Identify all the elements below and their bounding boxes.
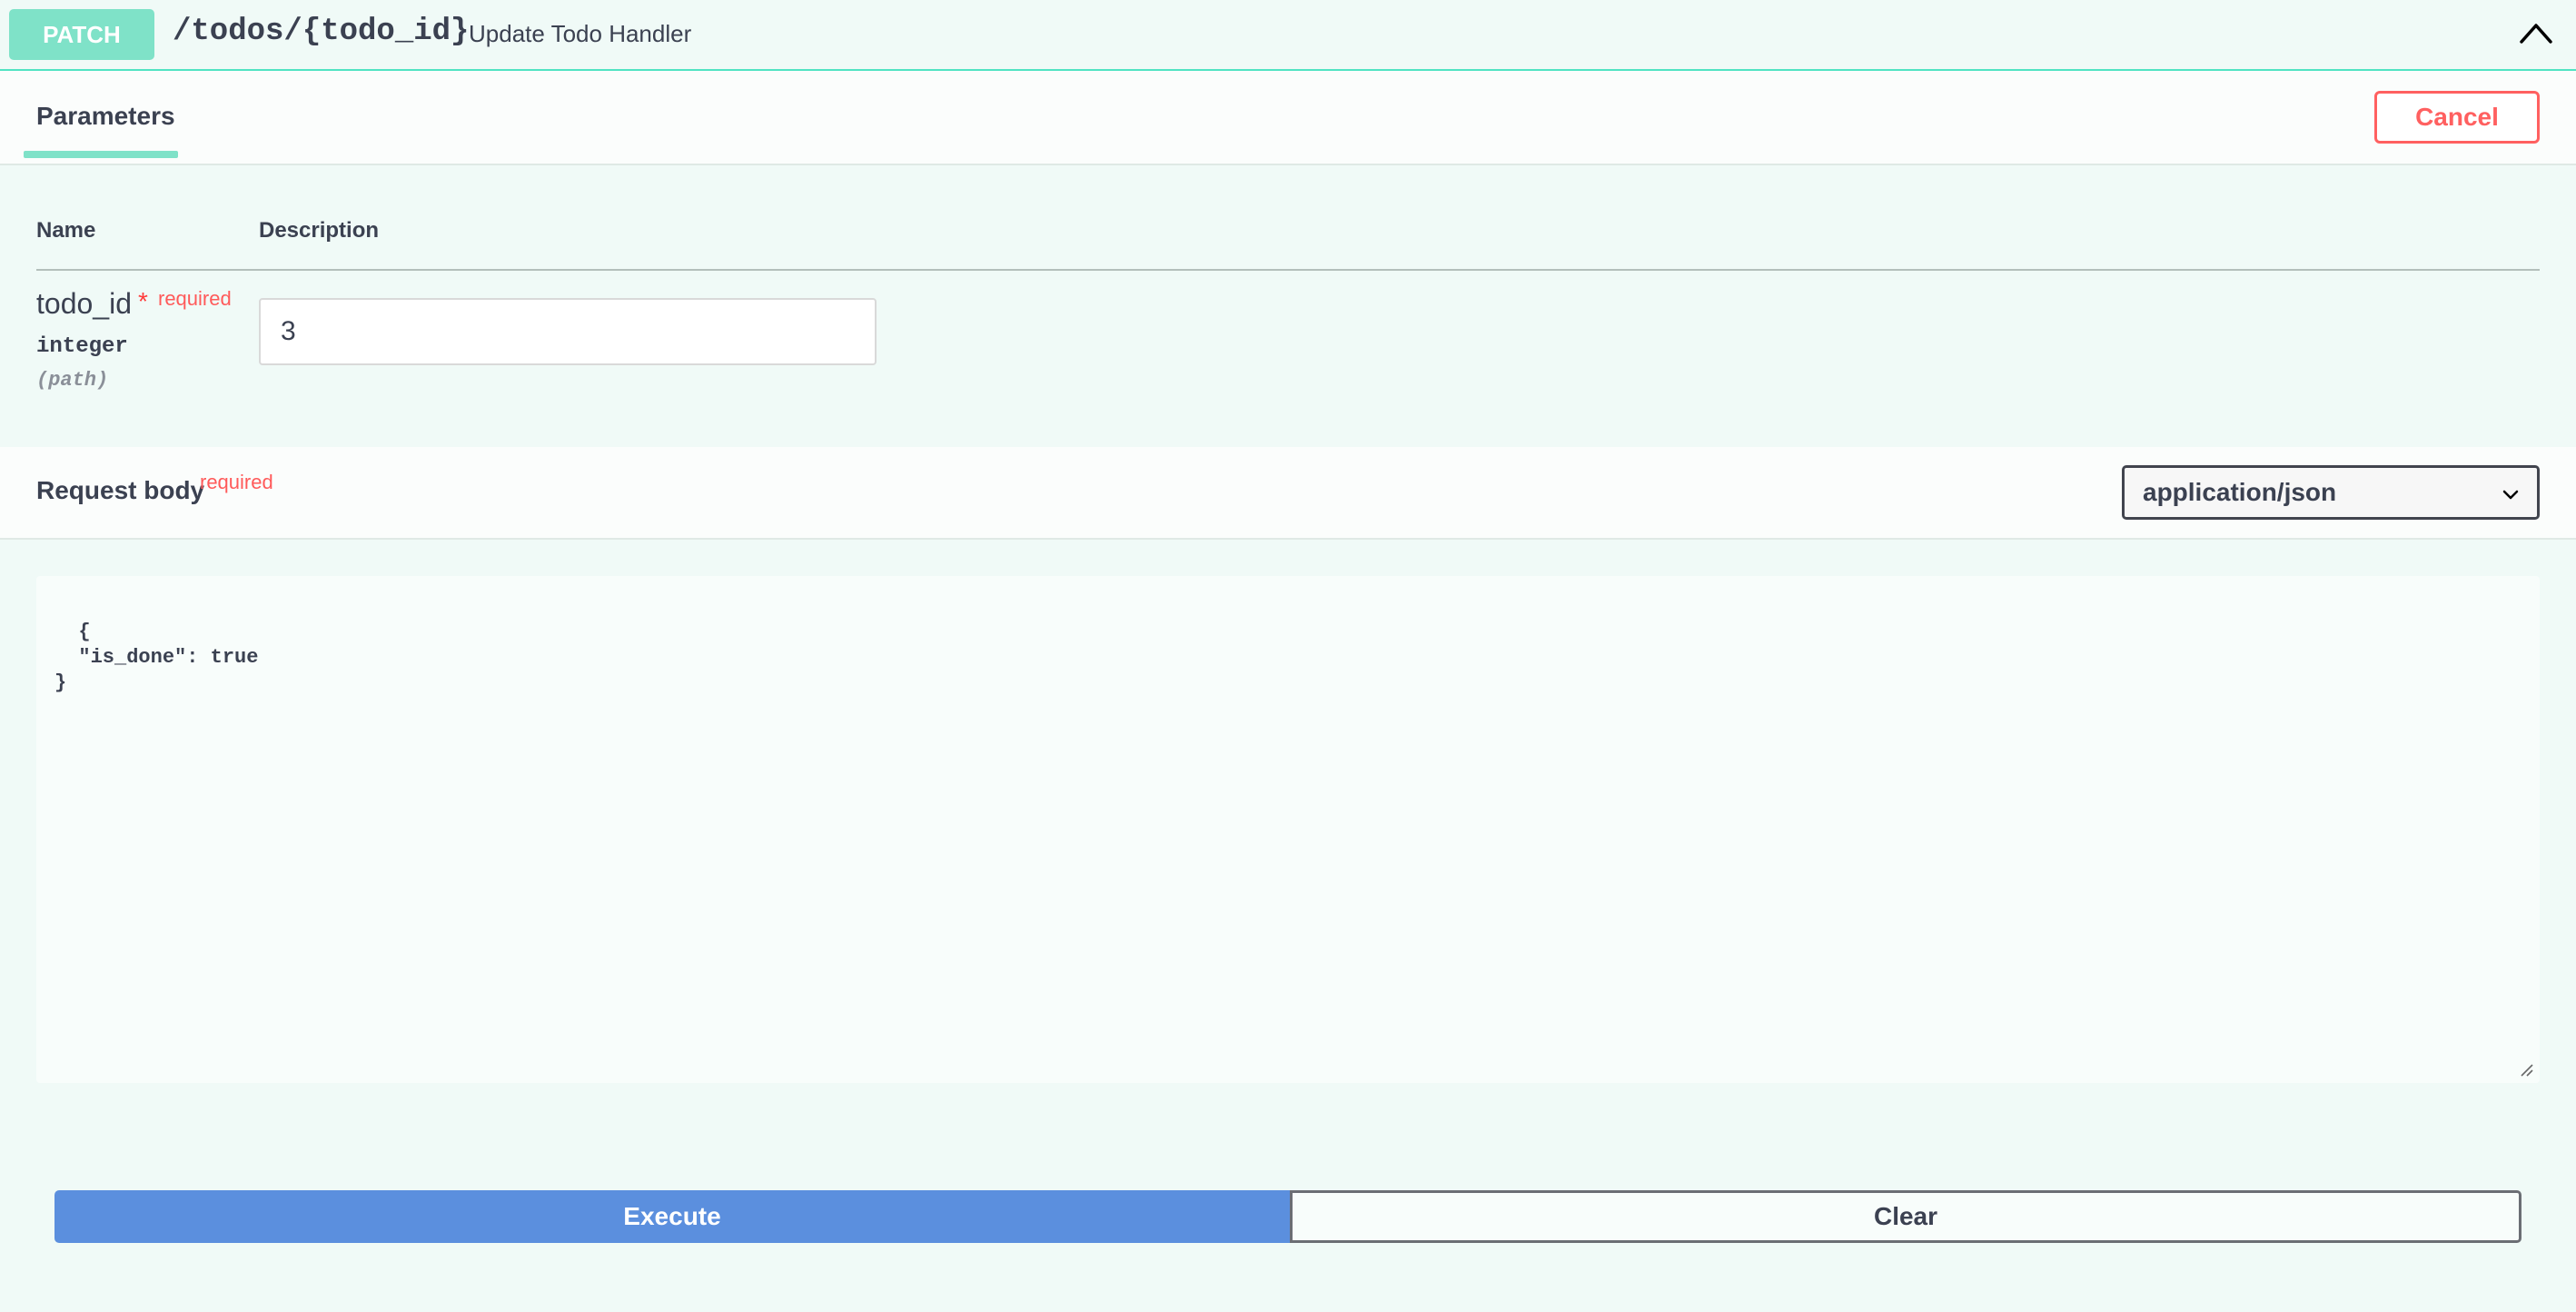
parameter-name: todo_id [36, 287, 132, 320]
cancel-button[interactable]: Cancel [2374, 91, 2540, 144]
todo-id-input[interactable] [259, 298, 877, 365]
chevron-up-icon[interactable] [2514, 13, 2558, 56]
http-method-badge: PATCH [9, 9, 154, 60]
request-body-editor[interactable]: { "is_done": true } [36, 576, 2540, 1083]
content-type-select[interactable]: application/json [2122, 465, 2540, 520]
content-type-value: application/json [2143, 478, 2337, 506]
execute-button[interactable]: Execute [54, 1190, 1290, 1243]
column-header-name: Name [36, 218, 96, 243]
clear-button[interactable]: Clear [1290, 1190, 2522, 1243]
tab-active-indicator [24, 151, 178, 158]
request-body-required-label: required [200, 471, 273, 493]
chevron-down-icon [2502, 490, 2519, 500]
parameter-type: integer [36, 334, 128, 359]
parameter-location: (path) [36, 369, 109, 392]
column-header-description: Description [259, 218, 380, 243]
operation-summary-text: Update Todo Handler [469, 20, 692, 47]
request-body-header: Request body required application/json [0, 447, 2576, 540]
tab-parameters[interactable]: Parameters [36, 102, 175, 131]
parameter-required-label: required [158, 287, 232, 310]
resize-handle-icon[interactable] [2518, 1061, 2534, 1078]
endpoint-path: /todos/{todo_id} [173, 15, 470, 49]
request-body-text: { "is_done": true } [54, 621, 259, 694]
request-body-title: Request body [36, 476, 205, 504]
operation-summary[interactable]: PATCH /todos/{todo_id} Update Todo Handl… [0, 0, 2576, 71]
parameters-table-header: Name Description [36, 218, 2540, 271]
parameters-tabbar: Parameters Cancel [0, 71, 2576, 165]
required-asterisk: * [138, 287, 148, 315]
action-buttons: Execute Clear [54, 1190, 2522, 1243]
